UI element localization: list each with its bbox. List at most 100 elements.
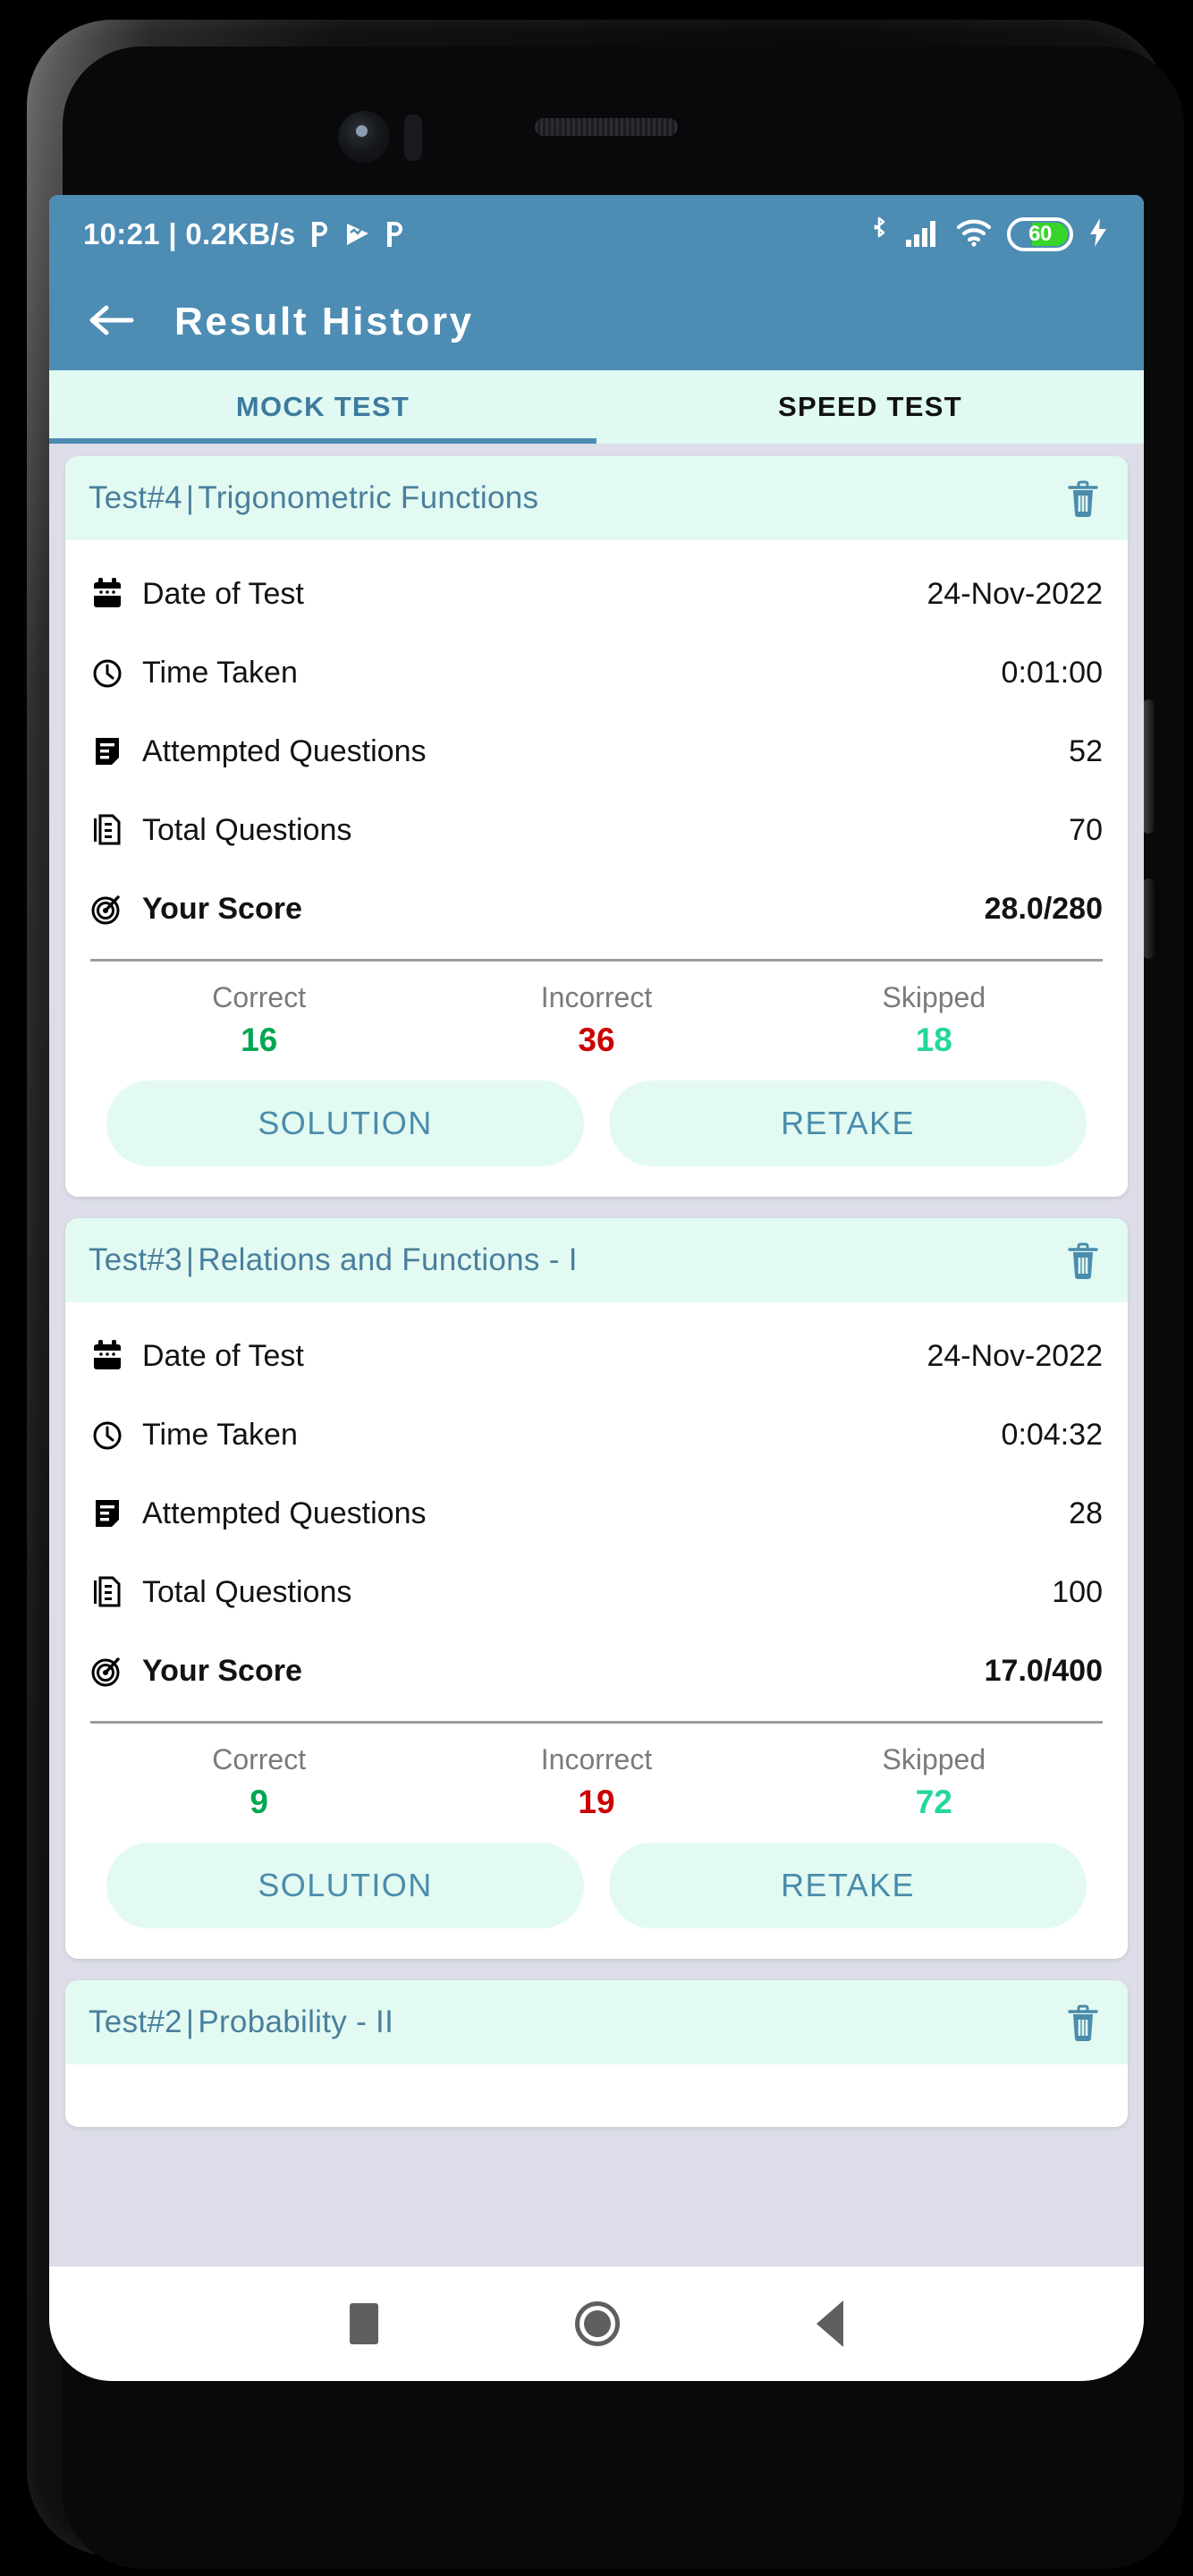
stat-skipped: Skipped 72 <box>766 1743 1103 1821</box>
result-card-header[interactable]: Test#2 | Probability - II <box>65 1980 1128 2064</box>
tab-bar: MOCK TEST SPEED TEST <box>49 370 1144 444</box>
title-separator: | <box>185 2004 195 2039</box>
status-bar-right: 60 <box>868 216 1108 253</box>
total-questions-icon <box>90 813 142 847</box>
back-triangle-icon[interactable] <box>816 2301 843 2347</box>
trash-icon[interactable] <box>1060 2000 1106 2045</box>
total-questions-icon <box>90 1575 142 1609</box>
solution-button[interactable]: SOLUTION <box>106 1843 584 1928</box>
stat-value-incorrect: 36 <box>578 1021 615 1058</box>
test-topic: Probability - II <box>198 2004 394 2039</box>
phone-screen: 10:21 | 0.2KB/s 60 Result History MOCK T… <box>49 195 1144 2381</box>
solution-button[interactable]: SOLUTION <box>106 1080 584 1166</box>
retake-button[interactable]: RETAKE <box>609 1080 1087 1166</box>
detail-label-attempted: Attempted Questions <box>142 1496 427 1530</box>
test-number: Test#4 <box>89 480 182 515</box>
wifi-icon <box>956 218 992 251</box>
calendar-icon <box>90 577 142 611</box>
detail-label-total: Total Questions <box>142 812 352 847</box>
detail-row-attempted: Attempted Questions 52 <box>90 712 1103 791</box>
stat-value-skipped: 18 <box>915 1021 952 1058</box>
result-stats-row: Correct 16 Incorrect 36 Skipped 18 <box>65 962 1128 1068</box>
result-stats-row: Correct 9 Incorrect 19 Skipped 72 <box>65 1724 1128 1830</box>
detail-value-attempted: 52 <box>1069 733 1103 768</box>
result-actions-row: SOLUTION RETAKE <box>65 1068 1128 1197</box>
stat-incorrect: Incorrect 36 <box>427 981 765 1059</box>
detail-row-date: Date of Test 24-Nov-2022 <box>90 555 1103 633</box>
detail-value-time: 0:01:00 <box>1001 655 1103 690</box>
stat-skipped: Skipped 18 <box>766 981 1103 1059</box>
test-topic: Relations and Functions - I <box>198 1242 578 1277</box>
earpiece-speaker <box>535 118 678 136</box>
bluetooth-icon <box>868 216 890 253</box>
play-triangle-icon <box>344 221 371 248</box>
p-app-icon <box>309 220 332 249</box>
status-bar: 10:21 | 0.2KB/s 60 <box>49 195 1144 274</box>
detail-label-score: Your Score <box>142 1653 302 1688</box>
detail-row-score: Your Score 17.0/400 <box>90 1631 1103 1710</box>
result-card: Test#3 | Relations and Functions - I Dat… <box>65 1218 1128 1959</box>
result-card-details: Date of Test 24-Nov-2022 Time Taken 0:01… <box>65 540 1128 953</box>
detail-row-attempted: Attempted Questions 28 <box>90 1474 1103 1553</box>
detail-label-attempted: Attempted Questions <box>142 733 427 768</box>
detail-label-score: Your Score <box>142 891 302 926</box>
battery-percent-label: 60 <box>1028 222 1052 246</box>
page-title: Result History <box>174 300 474 343</box>
detail-value-attempted: 28 <box>1069 1496 1103 1530</box>
trash-icon[interactable] <box>1060 476 1106 521</box>
detail-label-total: Total Questions <box>142 1574 352 1609</box>
volume-button[interactable] <box>1143 878 1155 959</box>
test-topic: Trigonometric Functions <box>198 480 539 515</box>
status-bar-left: 10:21 | 0.2KB/s <box>83 217 868 251</box>
result-card-title: Test#4 | Trigonometric Functions <box>89 480 538 516</box>
attempted-questions-icon <box>90 734 142 768</box>
trash-icon[interactable] <box>1060 1238 1106 1283</box>
home-circle-icon[interactable] <box>575 2301 620 2346</box>
stat-value-skipped: 72 <box>915 1784 952 1820</box>
proximity-sensor-icon <box>404 114 422 161</box>
stat-correct: Correct 16 <box>90 981 427 1059</box>
camera-glint <box>356 125 368 137</box>
detail-value-total: 70 <box>1069 812 1103 847</box>
android-nav-bar <box>49 2267 1144 2381</box>
title-separator: | <box>185 480 195 515</box>
result-card: Test#2 | Probability - II <box>65 1980 1128 2127</box>
test-number: Test#3 <box>89 1242 182 1277</box>
attempted-questions-icon <box>90 1496 142 1530</box>
retake-button[interactable]: RETAKE <box>609 1843 1087 1928</box>
charging-bolt-icon <box>1088 217 1108 252</box>
result-card-details: Date of Test 24-Nov-2022 Time Taken 0:04… <box>65 1302 1128 1716</box>
stat-label-correct: Correct <box>212 981 307 1013</box>
clock-icon <box>90 1418 142 1452</box>
stat-correct: Correct 9 <box>90 1743 427 1821</box>
result-card-header[interactable]: Test#3 | Relations and Functions - I <box>65 1218 1128 1302</box>
detail-value-total: 100 <box>1052 1574 1103 1609</box>
detail-value-time: 0:04:32 <box>1001 1417 1103 1452</box>
tab-mock-test[interactable]: MOCK TEST <box>49 370 596 444</box>
result-card-header[interactable]: Test#4 | Trigonometric Functions <box>65 456 1128 540</box>
result-card-title: Test#3 | Relations and Functions - I <box>89 1242 578 1278</box>
clock-icon <box>90 656 142 690</box>
detail-label-time: Time Taken <box>142 655 298 690</box>
result-card-title: Test#2 | Probability - II <box>89 2004 393 2040</box>
detail-row-date: Date of Test 24-Nov-2022 <box>90 1317 1103 1395</box>
result-history-list[interactable]: Test#4 | Trigonometric Functions Date of… <box>49 444 1144 2267</box>
stat-label-incorrect: Incorrect <box>540 981 653 1013</box>
status-clock: 10:21 | 0.2KB/s <box>83 217 296 250</box>
recents-square-icon[interactable] <box>350 2303 378 2344</box>
power-button[interactable] <box>1142 699 1155 834</box>
detail-value-date: 24-Nov-2022 <box>926 1338 1103 1373</box>
back-arrow-icon[interactable] <box>89 302 135 343</box>
stat-label-skipped: Skipped <box>882 1743 986 1775</box>
detail-label-date: Date of Test <box>142 1338 304 1373</box>
detail-value-date: 24-Nov-2022 <box>926 576 1103 611</box>
stat-label-incorrect: Incorrect <box>540 1743 653 1775</box>
detail-label-time: Time Taken <box>142 1417 298 1452</box>
detail-label-date: Date of Test <box>142 576 304 611</box>
detail-row-time: Time Taken 0:01:00 <box>90 633 1103 712</box>
front-camera-icon <box>338 111 390 163</box>
tab-speed-test[interactable]: SPEED TEST <box>596 370 1144 444</box>
detail-row-total: Total Questions 100 <box>90 1553 1103 1631</box>
stat-incorrect: Incorrect 19 <box>427 1743 765 1821</box>
detail-value-score: 17.0/400 <box>984 1653 1103 1688</box>
